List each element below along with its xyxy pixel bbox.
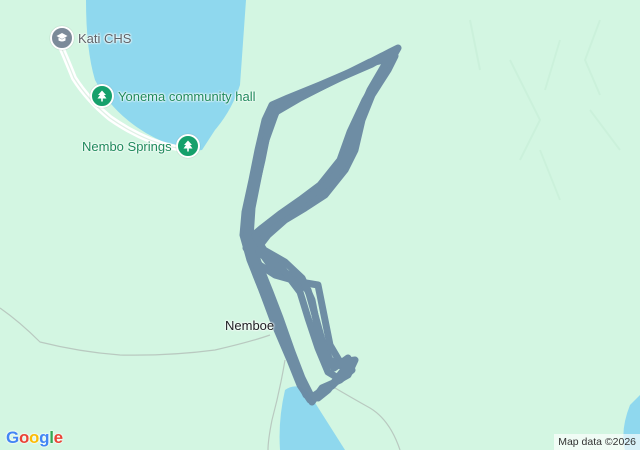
trail-southeast: [329, 384, 401, 450]
map-attribution[interactable]: Map data ©2026: [554, 434, 640, 450]
school-icon: [50, 26, 74, 50]
logo-letter: o: [18, 428, 30, 447]
poi-yonema-community-hall[interactable]: Yonema community hall: [90, 84, 256, 108]
google-logo: Google: [6, 428, 63, 448]
town-label-nemboe: Nemboe: [225, 318, 275, 333]
logo-letter: e: [53, 428, 63, 447]
tree-icon: [175, 134, 200, 158]
terrain-texture: [469, 19, 621, 201]
poi-label: Nembo Springs: [82, 138, 172, 154]
logo-letter: o: [29, 428, 40, 447]
poi-label: Kati CHS: [78, 30, 132, 46]
activity-route[interactable]: [239, 44, 402, 406]
map-base-layer: [0, 0, 640, 450]
poi-nembo-springs[interactable]: Nembo Springs: [82, 134, 200, 158]
logo-letter: g: [39, 428, 50, 447]
tree-icon: [90, 84, 114, 108]
lake-north: [86, 0, 246, 151]
poi-label: Yonema community hall: [118, 88, 256, 104]
logo-letter: G: [6, 428, 19, 447]
map-canvas[interactable]: Kati CHS Yonema community hall Nembo Spr…: [0, 0, 640, 450]
poi-kati-chs[interactable]: Kati CHS: [50, 26, 131, 50]
